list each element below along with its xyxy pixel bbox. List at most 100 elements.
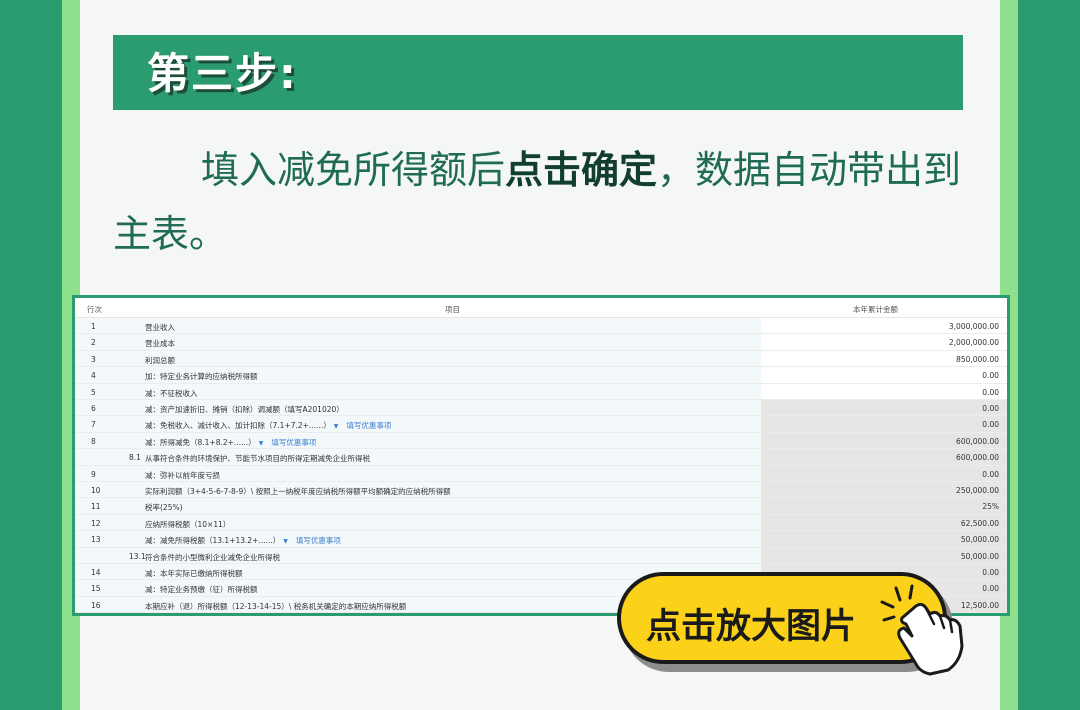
row-number: 5 (91, 387, 96, 397)
row-number: 11 (91, 502, 101, 512)
dropdown-caret-icon[interactable]: ▼ (334, 423, 339, 430)
row-amount: 0.00 (982, 371, 999, 381)
row-item: 应纳所得税额（10×11） (145, 519, 230, 530)
table-row: 4 加：特定业务计算的应纳税所得额 0.00 (75, 367, 1007, 384)
row-item-label: 减：特定业务预缴（征）所得税额 (145, 585, 258, 595)
zoom-image-label: 点击放大图片 (646, 607, 857, 647)
amount-cell (761, 400, 1007, 415)
row-item-label: 应纳所得税额（10×11） (145, 519, 231, 529)
fill-preference-link[interactable]: 填写优惠事项 (271, 438, 316, 447)
row-number: 13 (91, 535, 101, 545)
table-row: 8.1 从事符合条件的环境保护、节能节水项目的所得定期减免企业所得税 600,000… (75, 449, 1007, 466)
row-item-label: 减：免税收入、减计收入、加计扣除（7.1+7.2+......） (145, 421, 331, 431)
row-item-label: 减：弥补以前年度亏损 (145, 470, 220, 480)
row-item: 减：弥补以前年度亏损 (145, 470, 220, 481)
amount-cell (761, 498, 1007, 513)
pointer-hand-icon (880, 584, 964, 676)
row-amount: 600,000.00 (956, 453, 999, 463)
table-row: 7 减：免税收入、减计收入、加计扣除（7.1+7.2+......） ▼ 填写优惠事项… (75, 416, 1007, 433)
row-amount: 0.00 (982, 584, 999, 594)
right-border (1018, 0, 1080, 710)
row-amount: 50,000.00 (960, 551, 999, 561)
tax-table: 行次 项目 本年累计金额 1 营业收入 3,000,000.00 2 营业成本 2,000… (75, 298, 1007, 613)
row-number: 9 (91, 469, 96, 479)
dropdown-caret-icon[interactable]: ▼ (259, 440, 264, 447)
row-item: 营业收入 (145, 322, 175, 333)
row-item: 营业成本 (145, 338, 175, 349)
row-item-label: 减：资产加速折旧、摊销（扣除）调减额（填写A201020） (145, 405, 344, 414)
row-item: 减：所得减免（8.1+8.2+......） ▼ 填写优惠事项 (145, 437, 316, 448)
row-item: 加：特定业务计算的应纳税所得额 (145, 371, 258, 382)
row-amount: 25% (982, 502, 999, 512)
row-number: 10 (91, 486, 101, 495)
table-row: 12 应纳所得税额（10×11） 62,500.00 (75, 515, 1007, 532)
table-row: 6 减：资产加速折旧、摊销（扣除）调减额（填写A201020） 0.00 (75, 400, 1007, 417)
row-amount: 62,500.00 (960, 518, 999, 528)
row-amount: 0.00 (982, 420, 999, 430)
row-amount: 0.00 (982, 387, 999, 397)
row-item-label: 减：不征税收入 (145, 388, 198, 398)
row-item-label: 减：所得减免（8.1+8.2+......） (145, 437, 256, 447)
row-number: 16 (91, 600, 101, 610)
row-sub-number: 13.1 (129, 551, 146, 561)
row-number: 15 (91, 584, 101, 594)
header-amount: 本年累计金额 (853, 305, 898, 314)
table-row: 11 税率(25%) 25% (75, 498, 1007, 515)
row-item: 本期应补（退）所得税额（12-13-14-15）\ 税务机关确定的本期应纳所得税… (145, 601, 406, 612)
table-row: 1 营业收入 3,000,000.00 (75, 318, 1007, 335)
fill-preference-link[interactable]: 填写优惠事项 (296, 536, 341, 545)
row-item-label: 从事符合条件的环境保护、节能节水项目的所得定期减免企业所得税 (145, 454, 370, 464)
fill-preference-link[interactable]: 填写优惠事项 (346, 421, 391, 430)
row-item: 减：不征税收入 (145, 388, 198, 399)
amount-cell (761, 367, 1007, 383)
intro-emphasis: 点击确定 (505, 148, 658, 192)
row-item-label: 营业成本 (145, 339, 175, 349)
table-row: 9 减：弥补以前年度亏损 0.00 (75, 466, 1007, 482)
intro-text: 填入减免所得额后点击确定，数据自动带出到主表。 (113, 138, 973, 266)
tax-table-screenshot[interactable]: 行次 项目 本年累计金额 1 营业收入 3,000,000.00 2 营业成本 2,000… (72, 295, 1010, 616)
amount-cell (761, 466, 1007, 481)
row-number: 1 (91, 322, 96, 331)
row-item-label: 实际利润额（3+4-5-6-7-8-9）\ 按照上一纳税年度应纳税所得额平均额确… (145, 487, 451, 496)
row-item: 利润总额 (145, 355, 175, 366)
row-item: 符合条件的小型微利企业减免企业所得税 (145, 552, 280, 563)
row-item-label: 税率(25%) (145, 503, 183, 513)
header-line: 行次 (87, 305, 102, 314)
row-item: 从事符合条件的环境保护、节能节水项目的所得定期减免企业所得税 (145, 453, 370, 464)
row-item: 减：减免所得税额（13.1+13.2+......） ▼ 填写优惠事项 (145, 535, 341, 546)
row-amount: 0.00 (982, 469, 999, 479)
amount-cell (761, 416, 1007, 431)
row-number: 12 (91, 518, 101, 528)
intro-prefix: 填入减免所得额后 (201, 148, 506, 192)
row-number: 7 (91, 420, 96, 430)
row-number: 3 (91, 354, 96, 364)
row-amount: 3,000,000.00 (948, 322, 999, 331)
table-row: 10 实际利润额（3+4-5-6-7-8-9）\ 按照上一纳税年度应纳税所得额平均… (75, 482, 1007, 499)
table-row: 13.1 符合条件的小型微利企业减免企业所得税 50,000.00 (75, 548, 1007, 564)
row-item: 实际利润额（3+4-5-6-7-8-9）\ 按照上一纳税年度应纳税所得额平均额确… (145, 486, 451, 497)
row-number: 8 (91, 436, 96, 446)
row-amount: 0.00 (982, 568, 999, 577)
row-item-label: 减：减免所得税额（13.1+13.2+......） (145, 536, 281, 546)
row-amount: 0.00 (982, 404, 999, 413)
step-title: 第三步: (147, 49, 298, 98)
row-item: 税率(25%) (145, 502, 183, 513)
row-item: 减：免税收入、减计收入、加计扣除（7.1+7.2+......） ▼ 填写优惠事项 (145, 420, 391, 431)
amount-cell (761, 383, 1007, 399)
row-item-label: 本期应补（退）所得税额（12-13-14-15）\ 税务机关确定的本期应纳所得税… (145, 601, 407, 611)
dropdown-caret-icon[interactable]: ▼ (283, 538, 288, 545)
table-row: 5 减：不征税收入 0.00 (75, 383, 1007, 400)
row-item-label: 减：本年实际已缴纳所得税额 (145, 569, 243, 578)
row-amount: 50,000.00 (960, 535, 999, 545)
row-item-label: 加：特定业务计算的应纳税所得额 (145, 372, 258, 382)
table-row: 2 营业成本 2,000,000.00 (75, 334, 1007, 351)
table-row: 8 减：所得减免（8.1+8.2+......） ▼ 填写优惠事项 600,000.00 (75, 433, 1007, 450)
row-item: 减：本年实际已缴纳所得税额 (145, 568, 243, 579)
row-item-label: 符合条件的小型微利企业减免企业所得税 (145, 552, 280, 562)
left-border (0, 0, 62, 710)
table-header: 行次 项目 本年累计金额 (75, 298, 1007, 318)
row-number: 6 (91, 404, 96, 413)
row-number: 4 (91, 371, 96, 381)
header-item: 项目 (445, 305, 460, 314)
row-amount: 600,000.00 (956, 436, 999, 446)
